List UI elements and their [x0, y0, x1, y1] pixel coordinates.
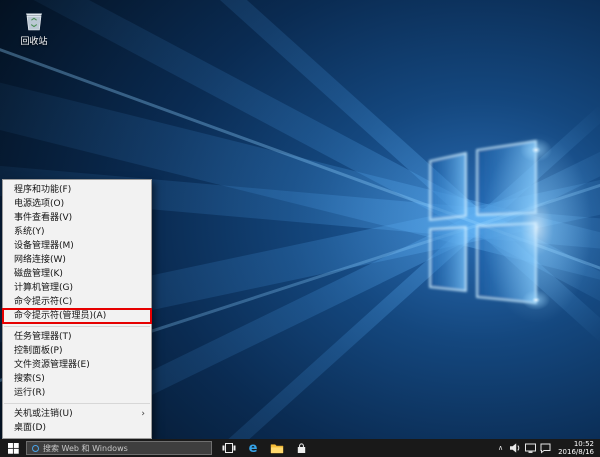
edge-button[interactable]: e — [241, 439, 265, 457]
menu-item-control-panel[interactable]: 控制面板(P) — [3, 344, 151, 358]
clock-time: 10:52 — [573, 440, 594, 448]
taskbar-search[interactable] — [26, 441, 212, 455]
cortana-search-icon — [32, 444, 39, 452]
store-icon — [297, 442, 305, 453]
menu-item-power-options[interactable]: 电源选项(O) — [3, 197, 151, 211]
menu-item-search[interactable]: 搜索(S) — [3, 372, 151, 386]
menu-item-label: 关机或注销(U) — [14, 409, 73, 419]
action-center-icon — [540, 443, 551, 454]
action-center-button[interactable] — [538, 439, 553, 457]
recycle-bin-label: 回收站 — [20, 37, 48, 47]
file-explorer-button[interactable] — [265, 439, 289, 457]
system-tray: ∧ 10:52 2016/8/16 — [493, 439, 600, 457]
windows-logo-icon — [7, 442, 19, 454]
hidden-icons-button[interactable]: ∧ — [493, 439, 508, 457]
clock-date: 2016/8/16 — [558, 448, 594, 456]
start-button[interactable] — [0, 439, 26, 457]
menu-item-command-prompt[interactable]: 命令提示符(C) — [3, 295, 151, 309]
menu-separator — [4, 403, 150, 404]
volume-icon — [510, 443, 520, 453]
menu-item-task-manager[interactable]: 任务管理器(T) — [3, 330, 151, 344]
taskbar: e ∧ — [0, 439, 600, 457]
task-view-button[interactable] — [217, 439, 241, 457]
desktop: 回收站 程序和功能(F) 电源选项(O) 事件查看器(V) 系统(Y) 设备管理… — [0, 0, 600, 457]
menu-item-desktop[interactable]: 桌面(D) — [3, 421, 151, 435]
task-view-icon — [222, 443, 236, 453]
menu-item-programs-and-features[interactable]: 程序和功能(F) — [3, 183, 151, 197]
menu-item-command-prompt-admin[interactable]: 命令提示符(管理员)(A) — [2, 308, 152, 324]
menu-item-shutdown-or-signout[interactable]: 关机或注销(U) › — [3, 407, 151, 421]
menu-separator — [4, 326, 150, 327]
taskbar-clock[interactable]: 10:52 2016/8/16 — [553, 440, 600, 456]
volume-button[interactable] — [508, 439, 523, 457]
win-x-context-menu: 程序和功能(F) 电源选项(O) 事件查看器(V) 系统(Y) 设备管理器(M)… — [2, 179, 152, 439]
menu-item-computer-management[interactable]: 计算机管理(G) — [3, 281, 151, 295]
network-icon — [525, 443, 537, 453]
menu-item-system[interactable]: 系统(Y) — [3, 225, 151, 239]
menu-item-event-viewer[interactable]: 事件查看器(V) — [3, 211, 151, 225]
menu-item-run[interactable]: 运行(R) — [3, 386, 151, 400]
recycle-bin[interactable]: 回收站 — [9, 7, 59, 47]
recycle-bin-icon — [26, 13, 42, 31]
menu-item-network-connections[interactable]: 网络连接(W) — [3, 253, 151, 267]
store-button[interactable] — [289, 439, 313, 457]
network-button[interactable] — [523, 439, 538, 457]
edge-icon: e — [248, 440, 258, 456]
file-explorer-icon — [270, 444, 284, 454]
menu-item-device-manager[interactable]: 设备管理器(M) — [3, 239, 151, 253]
chevron-right-icon: › — [141, 409, 145, 419]
menu-item-disk-management[interactable]: 磁盘管理(K) — [3, 267, 151, 281]
menu-item-file-explorer[interactable]: 文件资源管理器(E) — [3, 358, 151, 372]
chevron-up-icon: ∧ — [498, 444, 504, 452]
search-input[interactable] — [43, 443, 206, 453]
